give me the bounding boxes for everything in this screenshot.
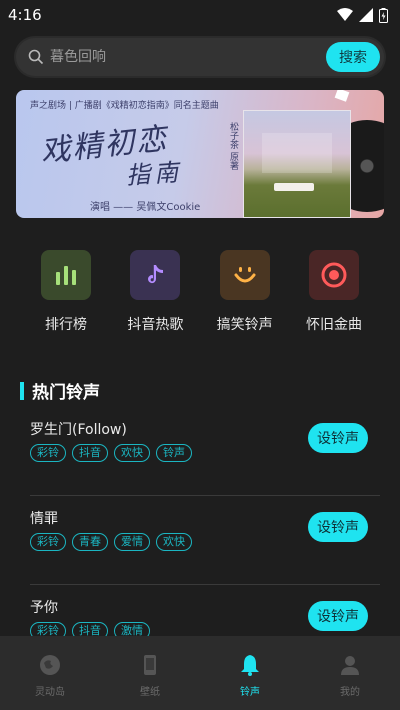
- bottom-nav: 灵动岛 壁纸 铃声 我的: [0, 636, 400, 710]
- phone-wallpaper-icon: [144, 654, 156, 675]
- tag[interactable]: 爱情: [114, 533, 150, 551]
- nav-item-ringtone[interactable]: 铃声: [210, 653, 290, 698]
- tag[interactable]: 抖音: [72, 444, 108, 462]
- island-icon: [40, 654, 60, 675]
- category-ranking[interactable]: 排行榜: [30, 250, 102, 334]
- song-list: 罗生门(Follow) 彩铃 抖音 欢快 铃声 设铃声: [0, 403, 400, 495]
- target-icon: [308, 250, 359, 300]
- banner-vertical-text: 松子茶 原著: [228, 122, 238, 170]
- song-list: 情罪 彩铃 青春 爱情 欢快 设铃声: [0, 496, 400, 584]
- category-funny[interactable]: 搞笑铃声: [209, 250, 281, 334]
- tag[interactable]: 铃声: [156, 444, 192, 462]
- tag[interactable]: 彩铃: [30, 444, 66, 462]
- signal-icon: [359, 8, 373, 22]
- section-header: 热门铃声: [20, 378, 400, 403]
- category-label: 搞笑铃声: [216, 317, 273, 333]
- category-classic[interactable]: 怀旧金曲: [298, 250, 370, 334]
- tag[interactable]: 欢快: [114, 444, 150, 462]
- nav-label: 壁纸: [140, 686, 160, 698]
- category-tiktok[interactable]: 抖音热歌: [119, 250, 191, 334]
- tiktok-note-icon: [130, 250, 181, 300]
- nav-label: 灵动岛: [35, 686, 65, 698]
- nav-label: 我的: [340, 686, 360, 698]
- user-icon: [341, 655, 359, 675]
- banner-tape: [334, 90, 350, 102]
- wifi-icon: [337, 8, 353, 21]
- tag[interactable]: 彩铃: [30, 533, 66, 551]
- list-item[interactable]: 情罪 彩铃 青春 爱情 欢快 设铃声: [30, 508, 380, 584]
- search-button[interactable]: 搜索: [326, 42, 380, 72]
- tag[interactable]: 青春: [72, 533, 108, 551]
- battery-icon: [379, 7, 388, 23]
- nav-item-island[interactable]: 灵动岛: [10, 653, 90, 698]
- smile-icon: [219, 250, 270, 300]
- nav-item-profile[interactable]: 我的: [310, 653, 390, 698]
- set-ringtone-button[interactable]: 设铃声: [308, 512, 368, 542]
- search-icon: [28, 49, 44, 65]
- tag[interactable]: 欢快: [156, 533, 192, 551]
- category-label: 怀旧金曲: [305, 317, 362, 333]
- category-grid: 排行榜 抖音热歌 搞笑铃声 怀旧金曲: [0, 218, 400, 334]
- search-bar: 搜索: [16, 38, 384, 76]
- category-label: 抖音热歌: [127, 317, 184, 333]
- nav-item-wallpaper[interactable]: 壁纸: [110, 653, 190, 698]
- list-item[interactable]: 罗生门(Follow) 彩铃 抖音 欢快 铃声 设铃声: [30, 419, 380, 495]
- status-bar: 4:16: [0, 0, 400, 30]
- banner[interactable]: 声之剧场 | 广播剧《戏精初恋指南》同名主题曲 戏精初恋 指南 演唱 —— 吴佩…: [16, 90, 384, 218]
- banner-singer: 演唱 —— 吴佩文Cookie: [90, 202, 201, 213]
- set-ringtone-button[interactable]: 设铃声: [308, 601, 368, 631]
- banner-topline: 声之剧场 | 广播剧《戏精初恋指南》同名主题曲: [30, 101, 219, 111]
- bar-chart-icon: [41, 250, 91, 300]
- banner-calligraphy-subtitle: 指南: [125, 158, 184, 190]
- album-cover: [243, 110, 351, 218]
- status-icons: [337, 7, 388, 23]
- nav-label: 铃声: [240, 686, 260, 698]
- section-accent-bar: [20, 381, 24, 400]
- status-time: 4:16: [8, 6, 42, 24]
- search-input[interactable]: [50, 49, 326, 65]
- bell-icon: [241, 654, 259, 676]
- category-label: 排行榜: [45, 317, 87, 333]
- section-title: 热门铃声: [32, 383, 100, 403]
- set-ringtone-button[interactable]: 设铃声: [308, 423, 368, 453]
- album-bed: [274, 183, 314, 191]
- album-panel: [262, 133, 332, 173]
